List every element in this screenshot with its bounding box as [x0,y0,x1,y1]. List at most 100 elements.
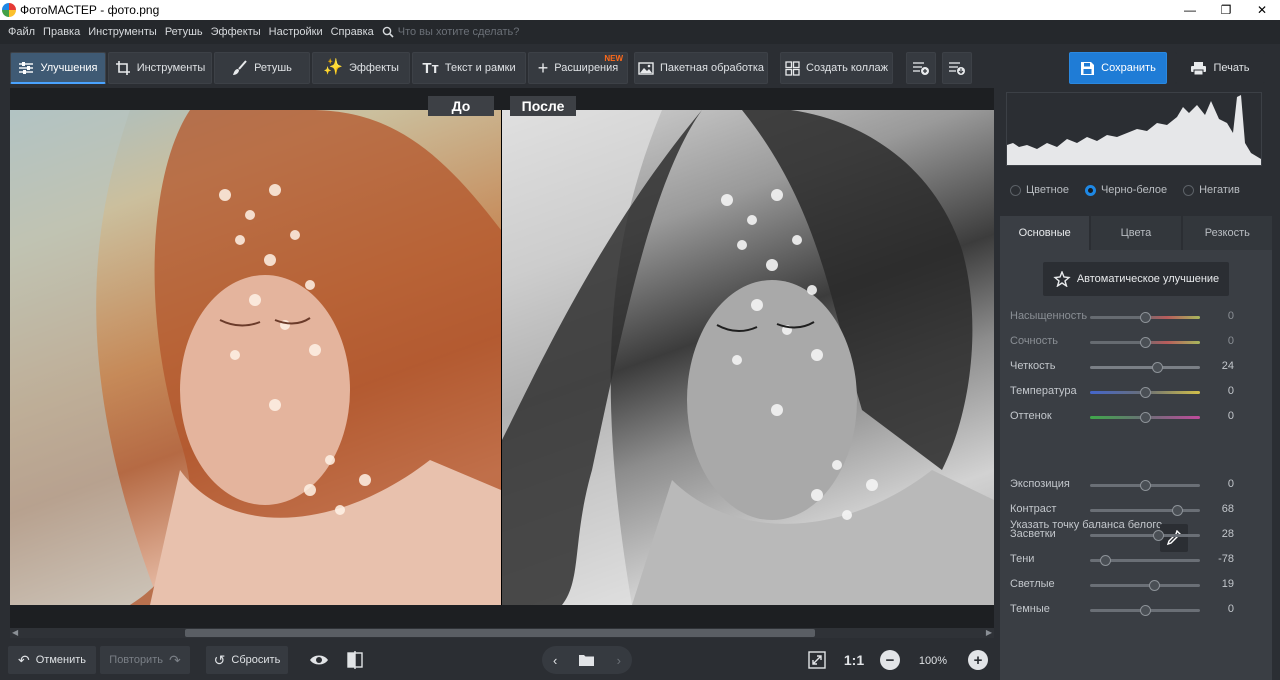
scroll-left-icon[interactable]: ◀ [12,628,18,637]
color-mode-group: Цветное Черно-белое Негатив [1010,184,1240,196]
slider-track[interactable] [1090,580,1200,591]
redo-button[interactable]: Повторить ↷ [100,646,190,674]
search-input[interactable] [397,26,558,38]
slider-handle[interactable] [1149,580,1160,591]
slider-track[interactable] [1090,605,1200,616]
tab-text-frames[interactable]: Tт Текст и рамки [412,52,526,84]
slider-row: Тени -78 [1010,553,1250,567]
add-preset-button[interactable] [906,52,936,84]
slider-track[interactable] [1090,480,1200,491]
slider-value: 24 [1221,360,1234,372]
slider-handle[interactable] [1172,505,1183,516]
slider-label: Светлые [1010,578,1055,590]
reset-icon: ↺ [213,651,226,668]
auto-enhance-label: Автоматическое улучшение [1076,273,1220,285]
undo-button[interactable]: ↶ Отменить [8,646,96,674]
mode-bw[interactable]: Черно-белое [1084,184,1167,196]
maximize-button[interactable]: ❐ [1208,0,1244,20]
close-button[interactable]: ✕ [1244,0,1280,20]
actual-size-button[interactable]: 1:1 [840,648,868,672]
auto-enhance-button[interactable]: Автоматическое улучшение [1043,262,1229,296]
create-collage-button[interactable]: Создать коллаж [780,52,893,84]
save-button[interactable]: Сохранить [1069,52,1167,84]
tab-effects[interactable]: ✨ Эффекты [312,52,410,84]
mode-color[interactable]: Цветное [1010,184,1069,196]
horizontal-scrollbar[interactable]: ◀ ▶ [10,628,994,638]
fit-screen-icon[interactable] [804,648,830,672]
panel-tabs: Основные Цвета Резкость [1000,216,1272,250]
slider-track[interactable] [1090,505,1200,516]
brush-icon [233,60,247,75]
minus-icon: − [880,650,900,670]
scrollbar-thumb[interactable] [185,629,815,637]
slider-row: Экспозиция 0 [1010,478,1250,492]
next-icon[interactable]: › [617,653,621,668]
tab-tools[interactable]: Инструменты [108,52,212,84]
previous-icon[interactable]: ‹ [553,653,557,668]
menu-effects[interactable]: Эффекты [207,26,265,38]
tab-basic[interactable]: Основные [1000,216,1090,250]
eye-icon[interactable] [306,648,332,672]
minimize-button[interactable]: — [1172,0,1208,20]
slider-track[interactable] [1090,555,1200,566]
tab-sharpness[interactable]: Резкость [1182,216,1272,250]
slider-handle[interactable] [1140,312,1151,323]
menu-help[interactable]: Справка [327,26,378,38]
folder-icon[interactable] [579,654,595,666]
slider-handle[interactable] [1100,555,1111,566]
slider-track[interactable] [1090,337,1200,348]
slider-track[interactable] [1090,387,1200,398]
menu-retouch[interactable]: Ретушь [161,26,207,38]
slider-label: Оттенок [1010,410,1052,422]
menu-edit[interactable]: Правка [39,26,84,38]
slider-label: Контраст [1010,503,1057,515]
slider-handle[interactable] [1140,412,1151,423]
image-canvas[interactable]: До После [10,88,994,628]
compare-icon[interactable] [342,648,368,672]
redo-label: Повторить [109,654,163,666]
slider-handle[interactable] [1140,337,1151,348]
window-title: ФотоМАСТЕР - фото.png [20,3,160,17]
tab-retouch[interactable]: Ретушь [214,52,310,84]
scroll-right-icon[interactable]: ▶ [986,628,992,637]
radio-bw[interactable] [1084,184,1096,196]
slider-track[interactable] [1090,412,1200,423]
menu-tools[interactable]: Инструменты [84,26,161,38]
photo-before-image [10,110,501,605]
title-bar: ФотоМАСТЕР - фото.png — ❐ ✕ [0,0,1280,20]
slider-handle[interactable] [1140,387,1151,398]
slider-handle[interactable] [1153,530,1164,541]
batch-processing-button[interactable]: Пакетная обработка [634,52,768,84]
menu-file[interactable]: Файл [4,26,39,38]
zoom-in-button[interactable]: + [965,648,991,672]
tab-extensions[interactable]: + Расширения NEW [528,52,628,84]
radio-color[interactable] [1010,184,1021,196]
tab-colors[interactable]: Цвета [1091,216,1181,250]
reset-button[interactable]: ↺ Сбросить [206,646,288,674]
tab-effects-label: Эффекты [348,62,399,74]
slider-label: Температура [1010,385,1077,397]
slider-value: 0 [1227,478,1234,490]
slider-label: Насыщенность [1010,310,1088,322]
radio-negative[interactable] [1183,184,1195,196]
slider-label: Сочность [1010,335,1059,347]
slider-track[interactable] [1090,362,1200,373]
zoom-level[interactable]: 100% [908,650,958,672]
create-collage-label: Создать коллаж [806,62,888,74]
menu-settings[interactable]: Настройки [265,26,327,38]
split-divider[interactable] [501,110,502,605]
main-toolbar: Улучшения Инструменты Ретушь ✨ Эффекты T… [0,44,1280,88]
tab-enhancements[interactable]: Улучшения [10,52,106,84]
slider-track[interactable] [1090,312,1200,323]
slider-handle[interactable] [1140,480,1151,491]
slider-track[interactable] [1090,530,1200,541]
download-preset-button[interactable] [942,52,972,84]
mode-negative[interactable]: Негатив [1183,184,1240,196]
magic-star-icon [1053,271,1071,287]
slider-handle[interactable] [1152,362,1163,373]
zoom-out-button[interactable]: − [877,648,903,672]
print-button[interactable]: Печать [1175,52,1265,84]
slider-handle[interactable] [1140,605,1151,616]
settings-download-icon [949,62,965,75]
slider-value: 28 [1221,528,1234,540]
